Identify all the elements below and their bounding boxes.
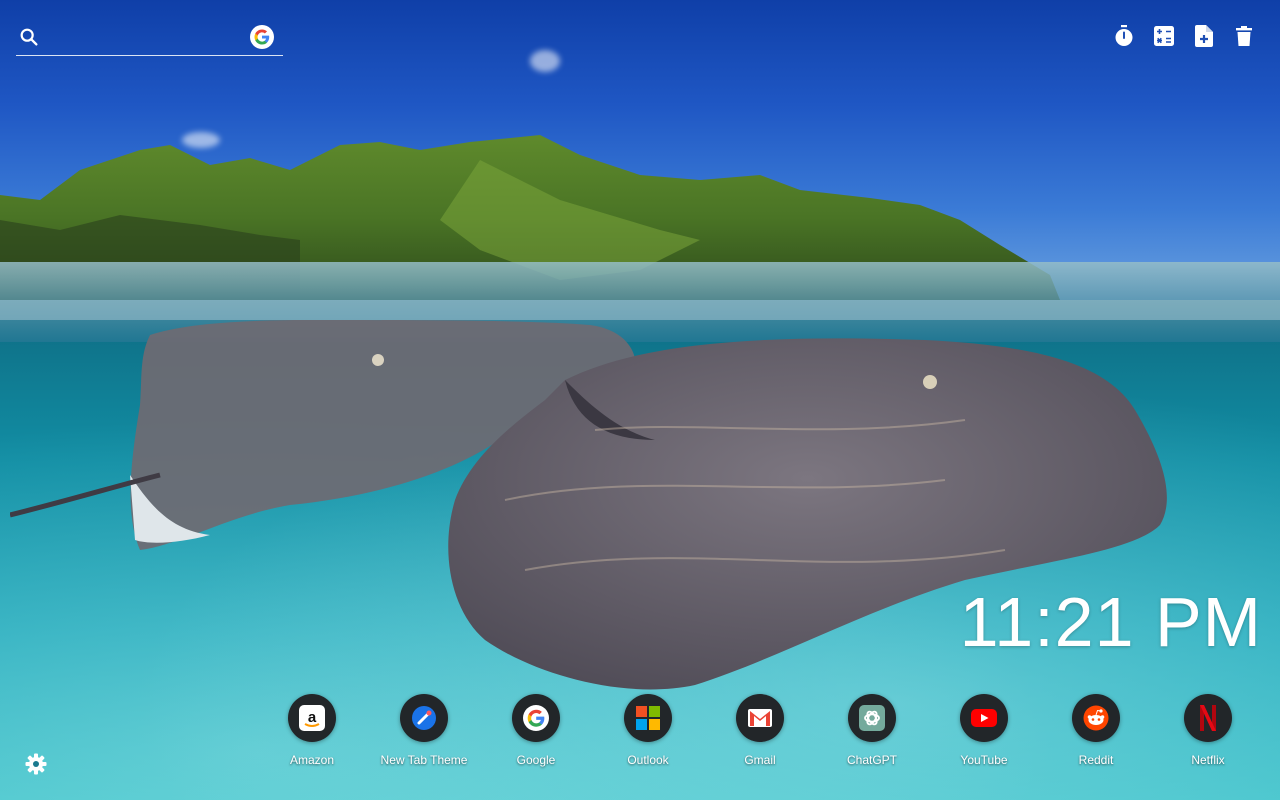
- shortcut-reddit[interactable]: Reddit: [1040, 694, 1152, 767]
- clock-time: 11:21 PM: [959, 583, 1262, 661]
- amazon-icon: a: [288, 694, 336, 742]
- calculator-icon[interactable]: [1152, 24, 1176, 48]
- shortcut-gmail[interactable]: Gmail: [704, 694, 816, 767]
- timer-icon[interactable]: [1112, 24, 1136, 48]
- reddit-icon: [1072, 694, 1120, 742]
- chatgpt-icon: [848, 694, 896, 742]
- shortcut-amazon[interactable]: a Amazon: [256, 694, 368, 767]
- shortcut-label: New Tab Theme: [380, 753, 468, 767]
- shortcut-chatgpt[interactable]: ChatGPT: [816, 694, 928, 767]
- shortcut-label: Netflix: [1191, 753, 1225, 767]
- google-search-engine-icon[interactable]: [250, 25, 274, 49]
- shortcut-label: YouTube: [960, 753, 1008, 767]
- netflix-icon: [1184, 694, 1232, 742]
- shortcut-label: Amazon: [289, 753, 335, 767]
- shortcut-label: Gmail: [744, 753, 776, 767]
- svg-text:a: a: [308, 709, 317, 726]
- settings-gear-icon[interactable]: [24, 752, 48, 776]
- youtube-icon: [960, 694, 1008, 742]
- background-image: [0, 0, 1280, 800]
- shortcut-label: Outlook: [627, 753, 669, 767]
- note-add-icon[interactable]: [1192, 24, 1216, 48]
- toolbar: [1112, 24, 1256, 48]
- shortcut-label: Reddit: [1078, 753, 1114, 767]
- new-tab-theme-icon: [400, 694, 448, 742]
- shortcut-new-tab-theme[interactable]: New Tab Theme: [368, 694, 480, 767]
- shortcut-netflix[interactable]: Netflix: [1152, 694, 1264, 767]
- gmail-icon: [736, 694, 784, 742]
- shortcut-label: Google: [516, 753, 556, 767]
- shortcut-outlook[interactable]: Outlook: [592, 694, 704, 767]
- shortcut-youtube[interactable]: YouTube: [928, 694, 1040, 767]
- outlook-icon: [624, 694, 672, 742]
- trash-icon[interactable]: [1232, 24, 1256, 48]
- shortcut-google[interactable]: Google: [480, 694, 592, 767]
- search-bar[interactable]: [16, 22, 283, 56]
- cloud: [530, 50, 560, 72]
- google-icon: [512, 694, 560, 742]
- shortcuts-bar: a Amazon New Tab Theme Google Outlook Gm…: [256, 694, 1264, 767]
- search-icon[interactable]: [18, 26, 40, 48]
- search-input[interactable]: [52, 26, 246, 50]
- shortcut-label: ChatGPT: [846, 753, 897, 767]
